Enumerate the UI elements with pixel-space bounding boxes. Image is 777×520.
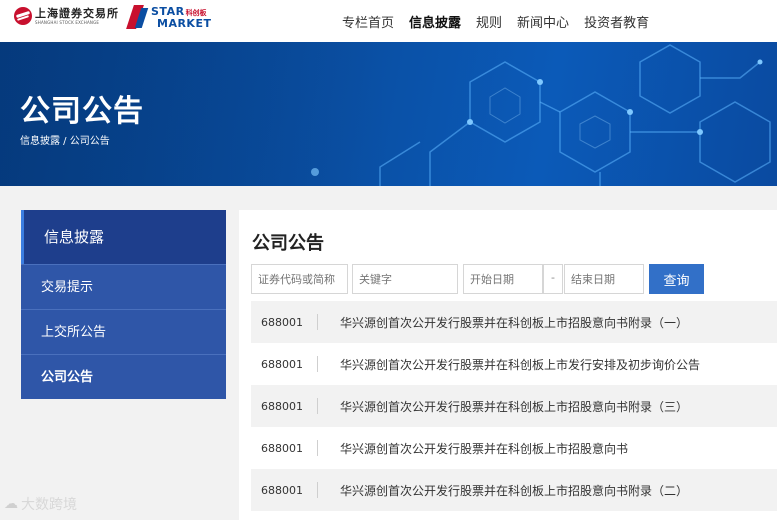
breadcrumb: 信息披露 / 公司公告 [20,136,110,147]
nav-rules[interactable]: 规则 [476,12,502,31]
announcement-code: 688001 [261,315,303,329]
date-range-separator: - [543,264,563,294]
announcement-title[interactable]: 华兴源创首次公开发行股票并在科创板上市发行安排及初步询价公告 [340,356,700,373]
divider [317,398,318,414]
end-date-input[interactable] [564,264,644,294]
star-market-logo-icon [126,4,149,30]
divider [317,314,318,330]
sidebar-item-sse-announcements[interactable]: 上交所公告 [21,309,226,354]
page-title: 公司公告 [20,94,144,129]
start-date-input[interactable] [463,264,543,294]
divider [317,440,318,456]
list-item[interactable]: 688001 华兴源创首次公开发行股票并在科创板上市招股意向书附录（三） [251,385,777,427]
list-item[interactable]: 688001 华兴源创首次公开发行股票并在科创板上市招股意向书 [251,427,777,469]
page-banner: 公司公告 信息披露 / 公司公告 [0,42,777,186]
sse-logo-icon [14,7,32,25]
divider [317,482,318,498]
star-logo-en-bottom: MARKET [157,16,212,30]
divider [317,356,318,372]
search-button[interactable]: 查询 [649,264,704,294]
announcement-title[interactable]: 华兴源创首次公开发行股票并在科创板上市招股意向书 [340,440,628,457]
watermark-text: 大数跨境 [21,497,77,513]
announcement-code: 688001 [261,399,303,413]
sidebar-item-trading-tips[interactable]: 交易提示 [21,264,226,309]
announcement-code: 688001 [261,357,303,371]
search-filters: - 查询 [251,264,704,294]
announcement-code: 688001 [261,483,303,497]
list-item[interactable]: 688001 华兴源创首次公开发行股票并在科创板上市招股意向书附录（一） [251,301,777,343]
sidebar-item-company-announcements[interactable]: 公司公告 [21,354,226,399]
watermark-logo-icon: ☁ [4,496,18,512]
announcement-title[interactable]: 华兴源创首次公开发行股票并在科创板上市招股意向书附录（二） [340,482,688,499]
sse-logo-cn: 上海證券交易所 [35,6,119,20]
nav-column-home[interactable]: 专栏首页 [342,12,394,31]
list-item[interactable]: 688001 华兴源创首次公开发行股票并在科创板上市发行安排及初步询价公告 [251,343,777,385]
nav-disclosure[interactable]: 信息披露 [409,12,461,31]
keyword-input[interactable] [352,264,458,294]
main-nav: 专栏首页 信息披露 规则 新闻中心 投资者教育 [342,0,664,42]
panel-title: 公司公告 [252,233,324,254]
security-code-input[interactable] [251,264,348,294]
list-item[interactable]: 688001 华兴源创首次公开发行股票并在科创板上市招股意向书附录（二） [251,469,777,511]
sidebar: 信息披露 交易提示 上交所公告 公司公告 [21,210,226,399]
sse-logo-en: SHANGHAI STOCK EXCHANGE [35,19,100,25]
announcement-list: 688001 华兴源创首次公开发行股票并在科创板上市招股意向书附录（一） 688… [251,301,777,511]
sidebar-heading[interactable]: 信息披露 [21,210,226,264]
nav-investor-education[interactable]: 投资者教育 [584,12,649,31]
announcement-title[interactable]: 华兴源创首次公开发行股票并在科创板上市招股意向书附录（三） [340,398,688,415]
announcement-code: 688001 [261,441,303,455]
star-logo-cn: 科创板 [185,8,207,17]
nav-news[interactable]: 新闻中心 [517,12,569,31]
star-logo-en-top: STAR [151,4,185,18]
top-bar: 上海證券交易所 SHANGHAI STOCK EXCHANGE STAR 科创板… [0,0,777,42]
announcement-panel: 公司公告 - 查询 688001 华兴源创首次公开发行股票并在科创板上市招股意向… [239,210,777,520]
star-market-logo[interactable]: STAR 科创板 MARKET [126,4,212,30]
sse-logo[interactable]: 上海證券交易所 SHANGHAI STOCK EXCHANGE [14,7,119,25]
announcement-title[interactable]: 华兴源创首次公开发行股票并在科创板上市招股意向书附录（一） [340,314,688,331]
watermark: ☁ 大数跨境 [4,494,77,514]
